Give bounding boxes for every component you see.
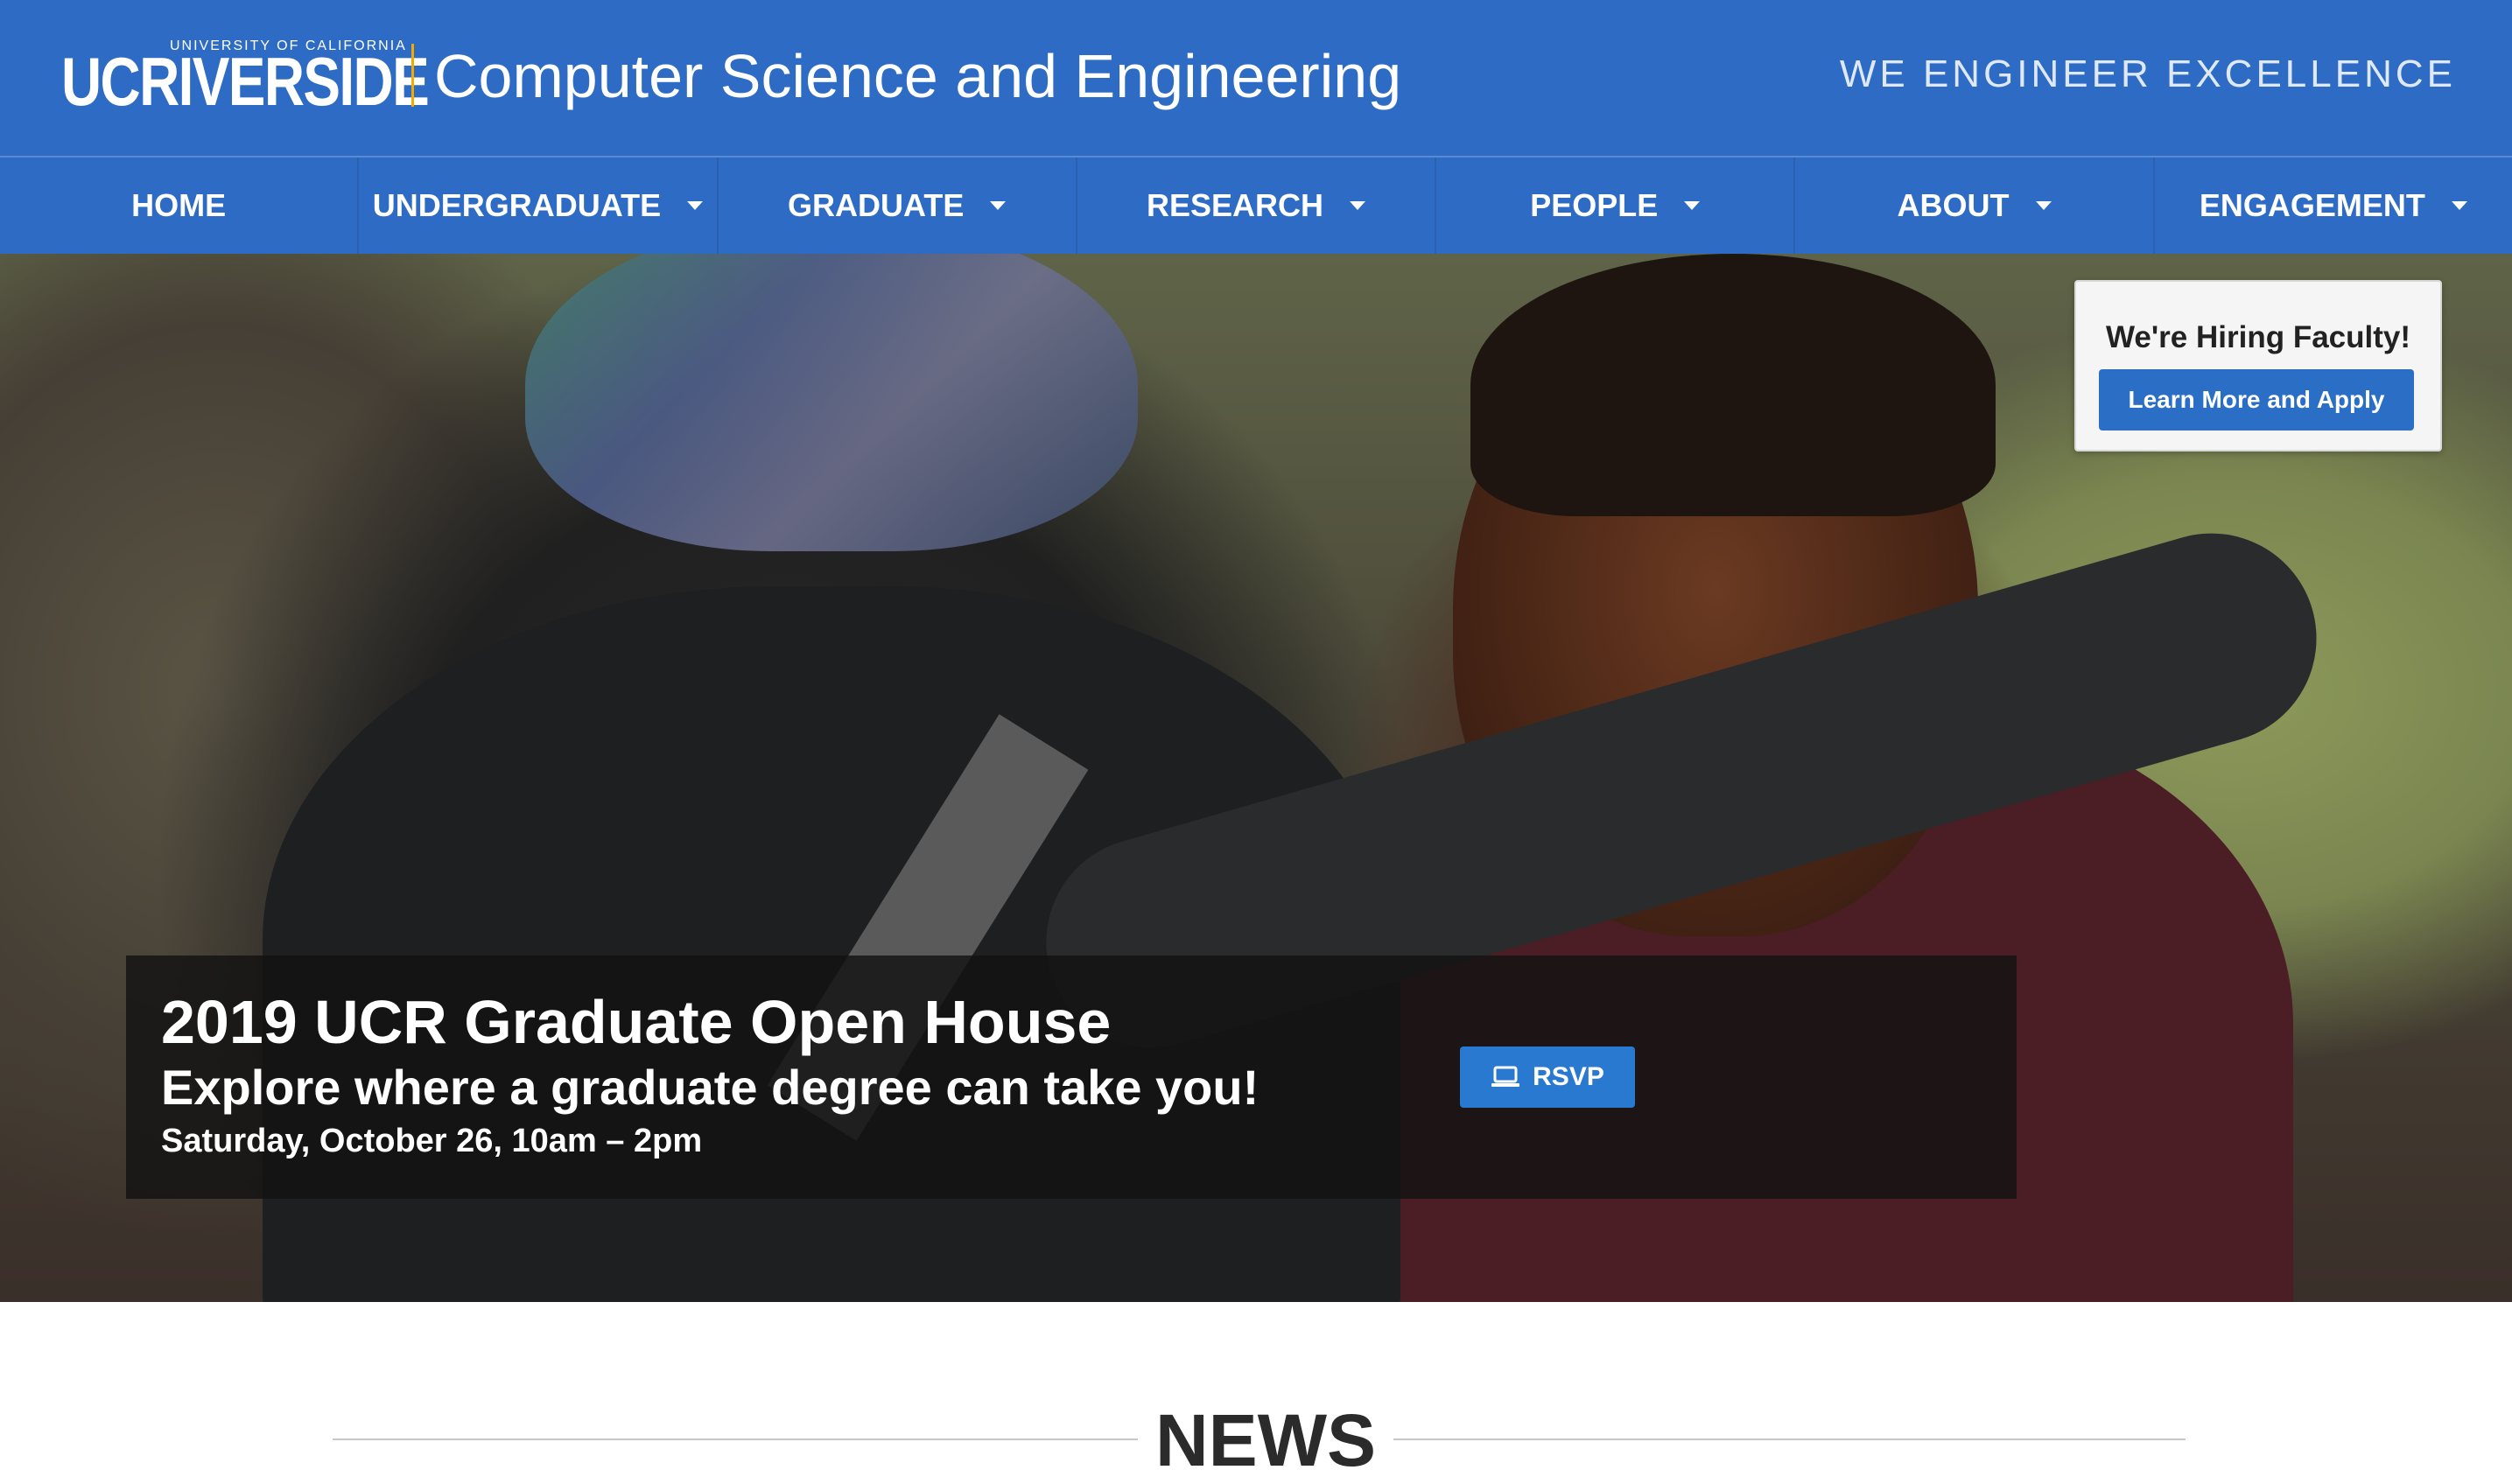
caret-down-icon [687,201,704,210]
rsvp-label: RSVP [1533,1062,1604,1091]
department-title[interactable]: Computer Science and Engineering [434,37,1401,116]
news-divider-right [1393,1438,2186,1440]
hiring-card: We're Hiring Faculty! Learn More and App… [2074,280,2442,452]
learn-more-apply-button[interactable]: Learn More and Apply [2099,369,2414,430]
laptop-icon [1491,1066,1520,1087]
nav-item-label: UNDERGRADUATE [372,187,662,223]
hero-photo-headwrap [525,254,1138,551]
news-divider-left [333,1438,1138,1440]
nav-item-label: PEOPLE [1530,187,1659,223]
main-navigation: HOME UNDERGRADUATE GRADUATE RESEARCH PEO… [0,156,2512,254]
tagline: WE ENGINEER EXCELLENCE [1839,52,2456,95]
caret-down-icon [2451,201,2467,210]
logo-divider [411,44,414,107]
logo-wordmark: UCRIVERSIDE [61,43,430,120]
caret-down-icon [2035,201,2052,210]
caret-down-icon [1350,201,1365,210]
hero-date: Saturday, October 26, 10am – 2pm [161,1123,703,1159]
hiring-title: We're Hiring Faculty! [2105,320,2411,354]
nav-item-label: GRADUATE [788,187,965,223]
nav-item-undergraduate[interactable]: UNDERGRADUATE [359,158,719,254]
nav-item-label: ENGAGEMENT [2199,187,2425,223]
caret-down-icon [990,201,1007,210]
nav-item-people[interactable]: PEOPLE [1436,158,1796,254]
site-header: UNIVERSITY OF CALIFORNIA UCRIVERSIDE Com… [0,0,2512,156]
nav-item-label: RESEARCH [1146,187,1323,223]
hero-subtitle: Explore where a graduate degree can take… [161,1060,1260,1115]
nav-item-graduate[interactable]: GRADUATE [719,158,1077,254]
news-heading: NEWS [1155,1399,1376,1481]
nav-item-home[interactable]: HOME [0,158,360,254]
ucr-logo[interactable]: UNIVERSITY OF CALIFORNIA UCRIVERSIDE [61,38,430,117]
hero-title: 2019 UCR Graduate Open House [161,988,1112,1056]
news-section: NEWS [0,1302,2512,1481]
nav-item-label: ABOUT [1897,187,2010,223]
hero-photo-hair [1470,254,1996,516]
nav-item-research[interactable]: RESEARCH [1077,158,1437,254]
hero-caption: 2019 UCR Graduate Open House Explore whe… [126,956,2017,1199]
nav-item-about[interactable]: ABOUT [1795,158,2155,254]
nav-item-engagement[interactable]: ENGAGEMENT [2155,158,2512,254]
caret-down-icon [1684,201,1701,210]
nav-item-label: HOME [131,187,227,223]
rsvp-button[interactable]: RSVP [1460,1046,1635,1108]
